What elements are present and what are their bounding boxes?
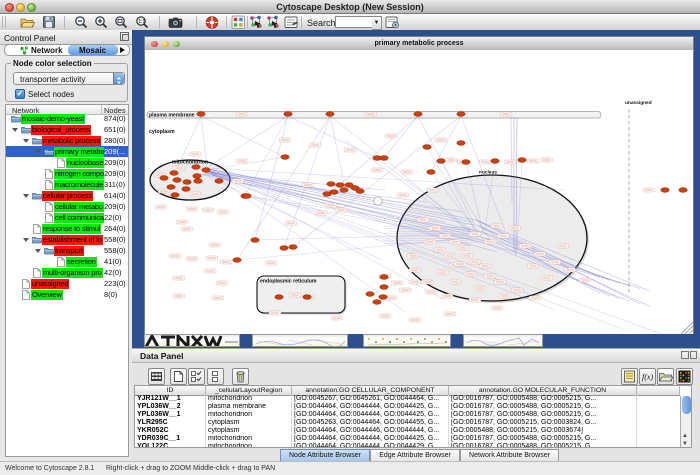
svg-text:endoplasmic reticulum: endoplasmic reticulum [260,279,317,285]
svg-text:1:1: 1:1 [138,19,145,25]
svg-text:plasma membrane: plasma membrane [149,113,195,119]
svg-text:nucleus: nucleus [479,170,497,176]
svg-text:mitochondrion: mitochondrion [172,160,208,166]
svg-text:cytoplasm: cytoplasm [149,129,175,135]
svg-text:f(x): f(x) [642,373,653,382]
svg-text:unassigned: unassigned [625,100,652,106]
